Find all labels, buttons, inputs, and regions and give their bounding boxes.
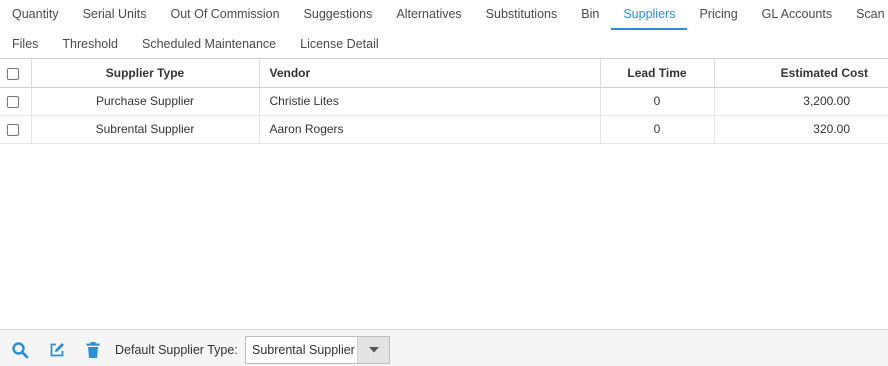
tab-suggestions[interactable]: Suggestions (292, 0, 385, 30)
cell-vendor: Aaron Rogers (259, 115, 601, 144)
table-row[interactable]: Subrental Supplier Aaron Rogers 0 320.00 (0, 115, 888, 144)
dropdown-button[interactable] (357, 337, 389, 363)
column-header-supplier-type[interactable]: Supplier Type (31, 59, 260, 88)
cell-estimated-cost: 320.00 (714, 115, 888, 144)
search-icon[interactable] (11, 341, 29, 359)
column-header-vendor[interactable]: Vendor (259, 59, 601, 88)
cell-lead-time: 0 (600, 87, 715, 116)
tab-suppliers[interactable]: Suppliers (611, 0, 688, 30)
trash-icon[interactable] (84, 341, 102, 359)
row-checkbox[interactable] (7, 95, 19, 108)
tab-quantity[interactable]: Quantity (0, 0, 71, 30)
tab-pricing[interactable]: Pricing (687, 0, 749, 30)
tab-threshold[interactable]: Threshold (50, 30, 130, 60)
select-all-checkbox[interactable] (7, 67, 19, 80)
tab-row-2: Files Threshold Scheduled Maintenance Li… (0, 30, 391, 60)
cell-estimated-cost: 3,200.00 (714, 87, 888, 116)
row-checkbox[interactable] (7, 123, 19, 136)
cell-supplier-type: Subrental Supplier (31, 115, 260, 144)
tab-alternatives[interactable]: Alternatives (384, 0, 473, 30)
default-supplier-type-select[interactable]: Subrental Supplier (245, 336, 390, 364)
tab-files[interactable]: Files (0, 30, 50, 60)
tab-bin[interactable]: Bin (569, 0, 611, 30)
row-select-cell (0, 115, 32, 144)
select-all-cell (0, 59, 32, 88)
tab-gl-accounts[interactable]: GL Accounts (750, 0, 844, 30)
column-header-estimated-cost[interactable]: Estimated Cost (714, 59, 888, 88)
edit-icon[interactable] (48, 341, 66, 359)
table-row[interactable]: Purchase Supplier Christie Lites 0 3,200… (0, 87, 888, 116)
tab-out-of-commission[interactable]: Out Of Commission (158, 0, 291, 30)
column-header-lead-time[interactable]: Lead Time (600, 59, 715, 88)
default-supplier-type-label: Default Supplier Type: (115, 343, 238, 357)
tab-scan-log[interactable]: Scan Log (844, 0, 888, 30)
tab-substitutions[interactable]: Substitutions (474, 0, 570, 30)
row-select-cell (0, 87, 32, 116)
footer-toolbar: Default Supplier Type: Subrental Supplie… (0, 329, 888, 366)
suppliers-table: Supplier Type Vendor Lead Time Estimated… (0, 59, 888, 144)
cell-lead-time: 0 (600, 115, 715, 144)
tab-scheduled-maintenance[interactable]: Scheduled Maintenance (130, 30, 288, 60)
default-supplier-type-value: Subrental Supplier (252, 343, 355, 357)
chevron-down-icon (369, 347, 379, 353)
tab-bar: Quantity Serial Units Out Of Commission … (0, 0, 888, 59)
table-header-row: Supplier Type Vendor Lead Time Estimated… (0, 59, 888, 88)
tab-row-1: Quantity Serial Units Out Of Commission … (0, 0, 888, 30)
cell-supplier-type: Purchase Supplier (31, 87, 260, 116)
tab-serial-units[interactable]: Serial Units (71, 0, 159, 30)
tab-license-detail[interactable]: License Detail (288, 30, 391, 60)
cell-vendor: Christie Lites (259, 87, 601, 116)
